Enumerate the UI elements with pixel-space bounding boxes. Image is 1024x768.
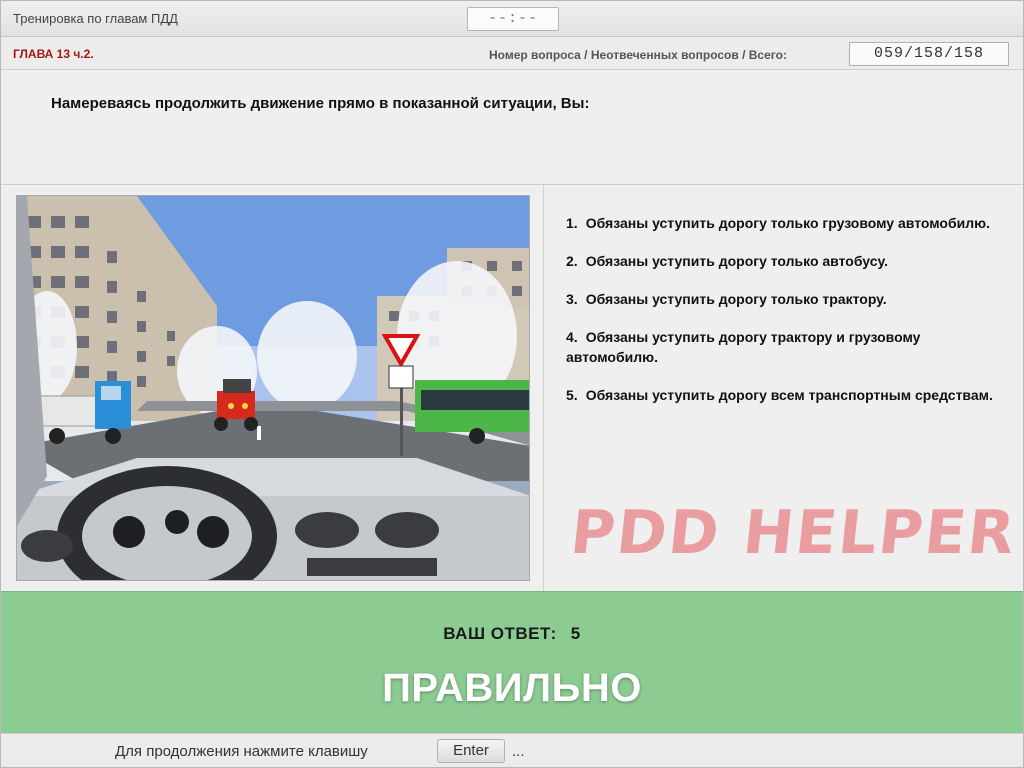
continue-ellipsis: ... bbox=[512, 743, 525, 760]
result-panel: ВАШ ОТВЕТ: 5 ПРАВИЛЬНО bbox=[1, 591, 1023, 733]
answers-list: 1. Обязаны уступить дорогу только грузово… bbox=[566, 213, 1006, 423]
content-area: 1. Обязаны уступить дорогу только грузово… bbox=[1, 185, 1023, 591]
app-window: Тренировка по главам ПДД --:-- ГЛАВА 13 … bbox=[0, 0, 1024, 768]
your-answer-value: 5 bbox=[570, 624, 581, 643]
question-panel: Намереваясь продолжить движение прямо в … bbox=[1, 70, 1023, 185]
road-scene-image bbox=[16, 195, 530, 581]
question-text: Намереваясь продолжить движение прямо в … bbox=[51, 95, 590, 112]
answer-option-4[interactable]: 4. Обязаны уступить дорогу трактору и гру… bbox=[566, 327, 1006, 367]
watermark-logo: PDD HELPER bbox=[567, 498, 1020, 568]
answer-option-2[interactable]: 2. Обязаны уступить дорогу только автобус… bbox=[566, 251, 1006, 271]
timer-display: --:-- bbox=[467, 7, 559, 31]
verdict-text: ПРАВИЛЬНО bbox=[382, 666, 642, 710]
answer-option-5[interactable]: 5. Обязаны уступить дорогу всем транспорт… bbox=[566, 385, 1006, 405]
chapter-bar: ГЛАВА 13 ч.2. Номер вопроса / Неотвеченн… bbox=[1, 37, 1023, 70]
answer-option-3[interactable]: 3. Обязаны уступить дорогу только трактор… bbox=[566, 289, 1006, 309]
chapter-title: ГЛАВА 13 ч.2. bbox=[13, 47, 94, 61]
title-bar: Тренировка по главам ПДД --:-- bbox=[1, 1, 1023, 37]
answer-option-1[interactable]: 1. Обязаны уступить дорогу только грузово… bbox=[566, 213, 1006, 233]
image-panel bbox=[1, 185, 544, 591]
question-counter-label: Номер вопроса / Неотвеченных вопросов / … bbox=[489, 48, 787, 62]
footer-bar: Для продолжения нажмите клавишу Enter ..… bbox=[1, 733, 1023, 767]
your-answer-label: ВАШ ОТВЕТ: bbox=[443, 624, 557, 643]
window-title: Тренировка по главам ПДД bbox=[13, 11, 178, 26]
your-answer-line: ВАШ ОТВЕТ: 5 bbox=[1, 624, 1023, 644]
enter-key-button[interactable]: Enter bbox=[437, 739, 505, 763]
continue-hint: Для продолжения нажмите клавишу bbox=[115, 743, 368, 760]
question-counter: 059/158/158 bbox=[849, 42, 1009, 66]
